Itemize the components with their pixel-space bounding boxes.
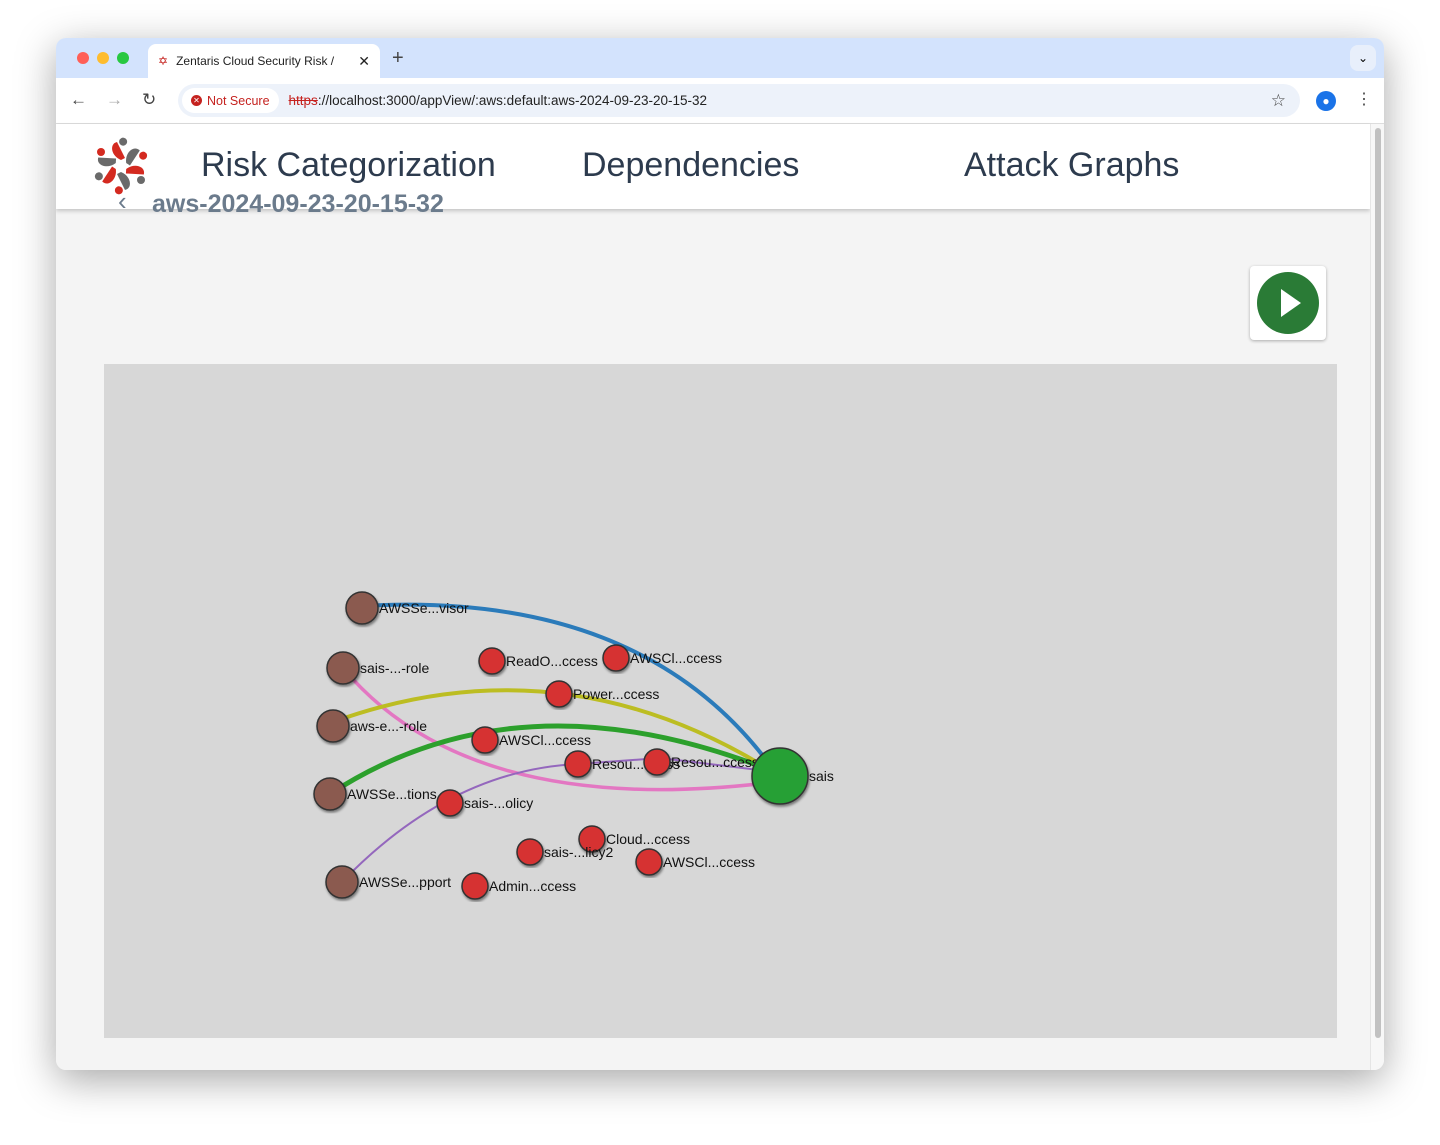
graph-node-label: Cloud...ccess [606, 831, 690, 847]
url-path: ://localhost:3000/appView/:aws:default:a… [317, 93, 708, 108]
back-chevron-icon[interactable]: ‹ [118, 186, 127, 217]
close-tab-icon[interactable]: ✕ [358, 53, 370, 70]
browser-toolbar: ← → ↻ ✕ Not Secure https://localhost:3000… [56, 78, 1384, 124]
favicon-icon: ✡ [158, 54, 169, 68]
graph-node-policy[interactable] [478, 647, 506, 675]
address-bar[interactable]: ✕ Not Secure https://localhost:3000/appVi… [178, 84, 1300, 117]
graph-node-label: sais [809, 768, 834, 784]
graph-node-policy[interactable] [471, 726, 499, 754]
graph-node-label: AWSSe...tions [347, 786, 437, 802]
play-button[interactable] [1250, 266, 1326, 340]
graph-node-policy[interactable] [643, 748, 671, 776]
play-icon [1257, 272, 1319, 334]
forward-icon[interactable]: → [106, 90, 123, 110]
graph-node-label: AWSCl...ccess [663, 854, 755, 870]
reload-icon[interactable]: ↻ [142, 90, 156, 110]
nav-dependencies[interactable]: Dependencies [582, 146, 799, 185]
browser-window: ✡ Zentaris Cloud Security Risk / ✕ + ⌄ ←… [56, 38, 1384, 1070]
graph-node-role[interactable] [345, 591, 379, 625]
warning-icon: ✕ [191, 95, 202, 106]
graph-node-label: ReadO...ccess [506, 653, 598, 669]
minimize-window-button[interactable] [97, 52, 109, 64]
graph-node-role[interactable] [316, 709, 350, 743]
tab-title: Zentaris Cloud Security Risk / [176, 54, 335, 68]
back-icon[interactable]: ← [70, 90, 87, 110]
security-label: Not Secure [207, 93, 270, 108]
graph-node-policy[interactable] [602, 644, 630, 672]
attack-graph-svg[interactable]: AWSSe...visor sais-...-role aws-e...-role A… [104, 364, 1337, 1038]
close-window-button[interactable] [77, 52, 89, 64]
attack-graph-canvas[interactable]: AWSSe...visor sais-...-role aws-e...-role A… [104, 364, 1337, 1038]
graph-node-label: sais-...olicy [464, 795, 533, 811]
graph-node-label: Power...ccess [573, 686, 659, 702]
graph-node-label: AWSCl...ccess [630, 650, 722, 666]
scrollbar-thumb[interactable] [1375, 128, 1381, 1038]
graph-node-role[interactable] [313, 777, 347, 811]
graph-node-role[interactable] [326, 651, 360, 685]
new-tab-button[interactable]: + [392, 47, 404, 70]
graph-node-label: sais-...-role [360, 660, 429, 676]
graph-node-policy[interactable] [545, 680, 573, 708]
security-chip[interactable]: ✕ Not Secure [182, 88, 279, 113]
page-title: aws-2024-09-23-20-15-32 [152, 190, 444, 218]
profile-avatar-icon[interactable]: ● [1316, 91, 1336, 111]
graph-node-target[interactable] [751, 747, 809, 805]
browser-tab[interactable]: ✡ Zentaris Cloud Security Risk / ✕ [148, 44, 380, 78]
url-text[interactable]: https://localhost:3000/appView/:aws:defa… [289, 93, 708, 108]
graph-node-policy[interactable] [436, 789, 464, 817]
graph-node-policy[interactable] [516, 838, 544, 866]
maximize-window-button[interactable] [117, 52, 129, 64]
url-scheme: https [288, 93, 318, 108]
bookmark-star-icon[interactable]: ☆ [1271, 91, 1286, 111]
tab-bar: ✡ Zentaris Cloud Security Risk / ✕ + ⌄ [56, 38, 1384, 78]
page-scrollbar[interactable] [1370, 124, 1384, 1070]
graph-node-label: aws-e...-role [350, 718, 427, 734]
graph-node-label: Resou...ccess [671, 754, 759, 770]
app-page: Risk Categorization Dependencies Attack … [56, 124, 1370, 1070]
graph-node-label: Admin...ccess [489, 878, 576, 894]
graph-node-policy[interactable] [461, 872, 489, 900]
graph-node-role[interactable] [325, 865, 359, 899]
graph-node-label: AWSSe...pport [359, 874, 451, 890]
graph-node-label: AWSCl...ccess [499, 732, 591, 748]
graph-node-policy[interactable] [564, 750, 592, 778]
nav-attack-graphs[interactable]: Attack Graphs [964, 146, 1179, 185]
graph-node-label: sais-...licy2 [544, 844, 613, 860]
tab-search-button[interactable]: ⌄ [1350, 45, 1376, 71]
graph-node-label: AWSSe...visor [379, 600, 469, 616]
more-menu-icon[interactable]: ⋮ [1356, 89, 1372, 109]
nav-risk-categorization[interactable]: Risk Categorization [201, 146, 496, 185]
graph-node-policy[interactable] [635, 848, 663, 876]
